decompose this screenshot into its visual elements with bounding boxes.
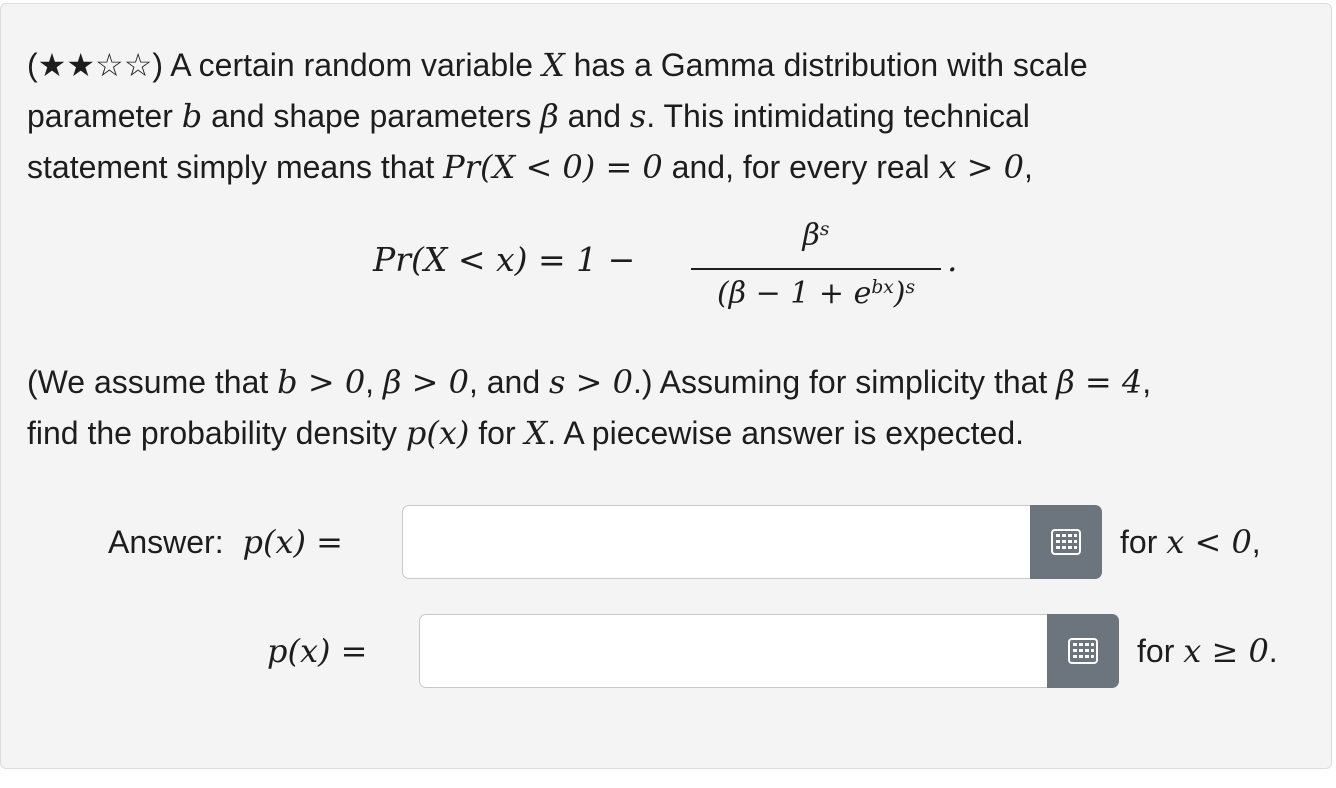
- answer-input-group-2: [419, 614, 1119, 688]
- keyboard-grid-icon: [1051, 529, 1081, 555]
- question-line-1: (★★☆☆) A certain random variable X has a…: [27, 46, 1088, 84]
- answer-label-row-1: Answer: p(x) =: [108, 523, 343, 561]
- question-line-3: statement simply means that Pr(X < 0) = …: [27, 148, 1033, 186]
- display-equation-period: .: [947, 240, 958, 279]
- answer-input-x-nonnegative[interactable]: [419, 614, 1047, 688]
- question-line-2: parameter b and shape parameters β and s…: [27, 97, 1030, 135]
- answer-condition-row-1: for x < 0,: [1120, 523, 1261, 561]
- difficulty-stars: ★★☆☆: [37, 47, 153, 83]
- answer-input-group-1: [402, 505, 1102, 579]
- keyboard-grid-icon: [1068, 638, 1098, 664]
- answer-label-row-2: p(x) =: [267, 632, 368, 670]
- question-card: (★★☆☆) A certain random variable X has a…: [0, 3, 1332, 769]
- fraction-denominator: (β − 1 + ebx)s: [717, 276, 915, 311]
- question-line-4: (We assume that b > 0, β > 0, and s > 0.…: [27, 363, 1152, 401]
- answer-condition-row-2: for x ≥ 0.: [1137, 632, 1278, 670]
- question-line-5: find the probability density p(x) for X.…: [27, 414, 1024, 452]
- math-keyboard-button-1[interactable]: [1030, 505, 1102, 579]
- fraction-bar: [691, 268, 941, 270]
- display-equation-lhs: Pr(X < x) = 1 −: [373, 240, 636, 279]
- answer-input-x-negative[interactable]: [402, 505, 1030, 579]
- math-keyboard-button-2[interactable]: [1047, 614, 1119, 688]
- fraction-numerator: βs: [802, 218, 830, 253]
